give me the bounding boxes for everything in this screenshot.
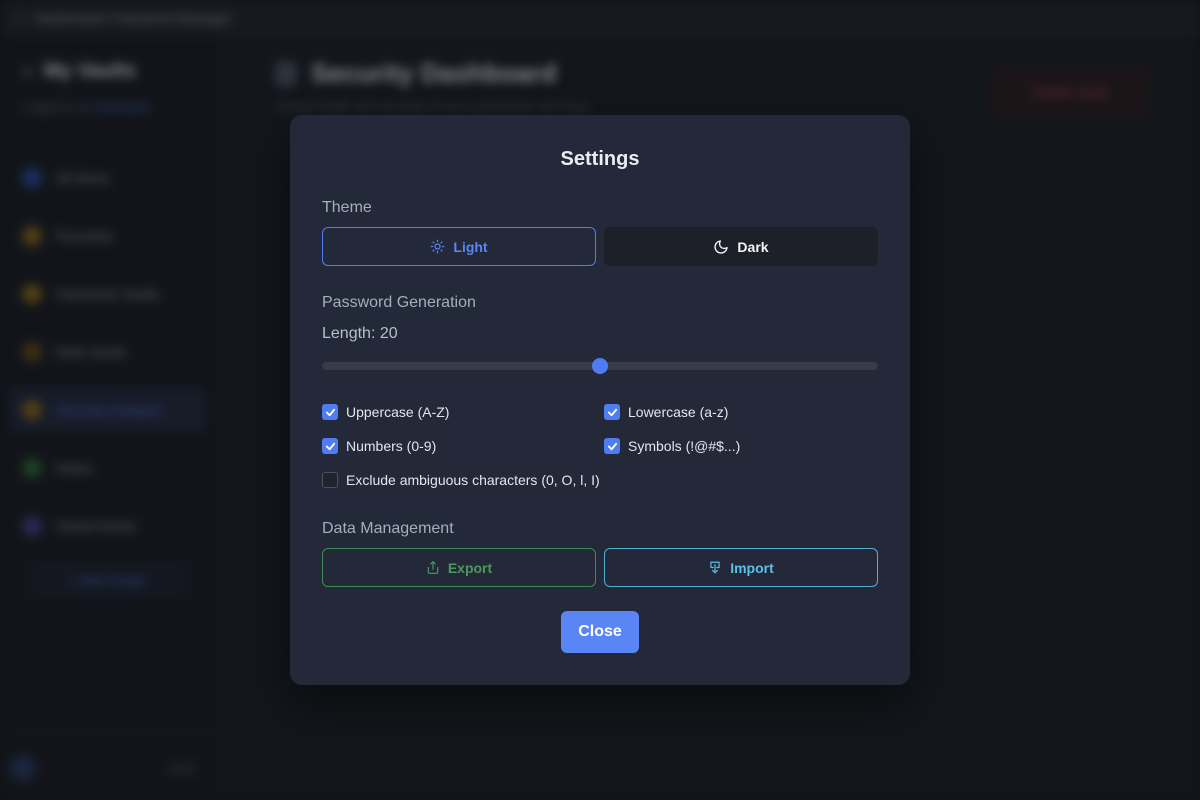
close-button[interactable]: Close (561, 611, 639, 653)
import-label: Import (730, 559, 774, 576)
theme-light-label: Light (453, 238, 488, 255)
theme-light-button[interactable]: Light (322, 227, 596, 266)
export-button[interactable]: Export (322, 548, 596, 587)
theme-dark-label: Dark (737, 238, 769, 255)
checkmark-icon (607, 408, 617, 416)
checkmark-icon (325, 408, 335, 416)
option-uppercase[interactable]: Uppercase (A-Z) (322, 404, 449, 420)
checkmark-icon (325, 442, 335, 450)
import-button[interactable]: Import (604, 548, 878, 587)
export-icon (427, 561, 439, 574)
data-management-label: Data Management (322, 520, 454, 537)
lowercase-checkbox[interactable] (604, 404, 620, 420)
moon-icon (714, 239, 729, 254)
length-label: Length: 20 (322, 325, 398, 342)
sun-icon (431, 239, 445, 254)
symbols-checkbox[interactable] (604, 438, 620, 454)
slider-track-fill (322, 362, 600, 370)
option-lowercase[interactable]: Lowercase (a-z) (604, 404, 728, 420)
settings-dialog: Settings Theme Light Dark Password Gener… (290, 115, 910, 685)
option-numbers[interactable]: Numbers (0-9) (322, 438, 436, 454)
checkmark-icon (607, 442, 617, 450)
exclude-ambiguous-checkbox[interactable] (322, 472, 338, 488)
option-symbols[interactable]: Symbols (!@#$...) (604, 438, 740, 454)
symbols-label: Symbols (!@#$...) (628, 438, 741, 454)
theme-dark-button[interactable]: Dark (604, 227, 878, 266)
lowercase-label: Lowercase (a-z) (628, 404, 729, 420)
export-label: Export (447, 559, 493, 576)
theme-label: Theme (322, 199, 372, 216)
password-generation-label: Password Generation (322, 294, 476, 311)
slider-thumb[interactable] (592, 358, 608, 374)
numbers-checkbox[interactable] (322, 438, 338, 454)
length-slider[interactable] (322, 358, 878, 374)
option-exclude-ambiguous[interactable]: Exclude ambiguous characters (0, O, l, I… (322, 472, 600, 488)
dialog-title: Settings (560, 148, 640, 170)
uppercase-label: Uppercase (A-Z) (346, 404, 450, 420)
exclude-ambiguous-label: Exclude ambiguous characters (0, O, l, I… (346, 472, 600, 488)
import-icon (710, 561, 720, 574)
numbers-label: Numbers (0-9) (346, 438, 437, 454)
uppercase-checkbox[interactable] (322, 404, 338, 420)
